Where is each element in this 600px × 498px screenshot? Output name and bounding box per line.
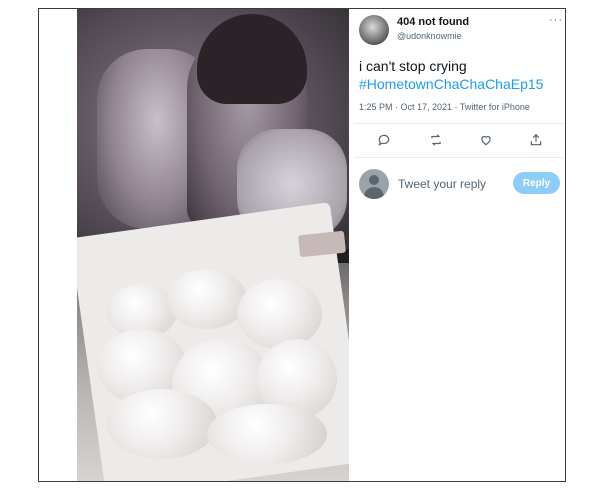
hashtag-link[interactable]: #HometownChaChaChaEp15 — [359, 76, 543, 92]
reply-icon[interactable] — [375, 131, 393, 149]
crumpled-tissue — [107, 389, 217, 459]
tweet-photo[interactable] — [77, 9, 349, 481]
share-icon[interactable] — [527, 131, 545, 149]
reply-button[interactable]: Reply — [513, 172, 560, 194]
avatar — [359, 169, 389, 199]
user-handle[interactable]: @udonknowmie — [397, 31, 462, 41]
divider — [354, 123, 564, 124]
tweet-actions — [365, 131, 555, 151]
tweet-text: i can't stop crying — [359, 58, 467, 74]
crumpled-tissue — [207, 404, 327, 464]
more-horizontal-icon[interactable]: ··· — [549, 14, 563, 26]
crumpled-tissue — [237, 279, 322, 349]
avatar[interactable] — [359, 15, 389, 45]
divider — [354, 157, 564, 158]
retweet-icon[interactable] — [427, 131, 445, 149]
tweet-meta: 1:25 PM · Oct 17, 2021 · Twitter for iPh… — [359, 102, 530, 112]
like-icon[interactable] — [477, 131, 495, 149]
reply-input[interactable]: Tweet your reply — [398, 177, 486, 191]
display-name[interactable]: 404 not found — [397, 16, 469, 28]
crumpled-tissue — [167, 269, 247, 329]
